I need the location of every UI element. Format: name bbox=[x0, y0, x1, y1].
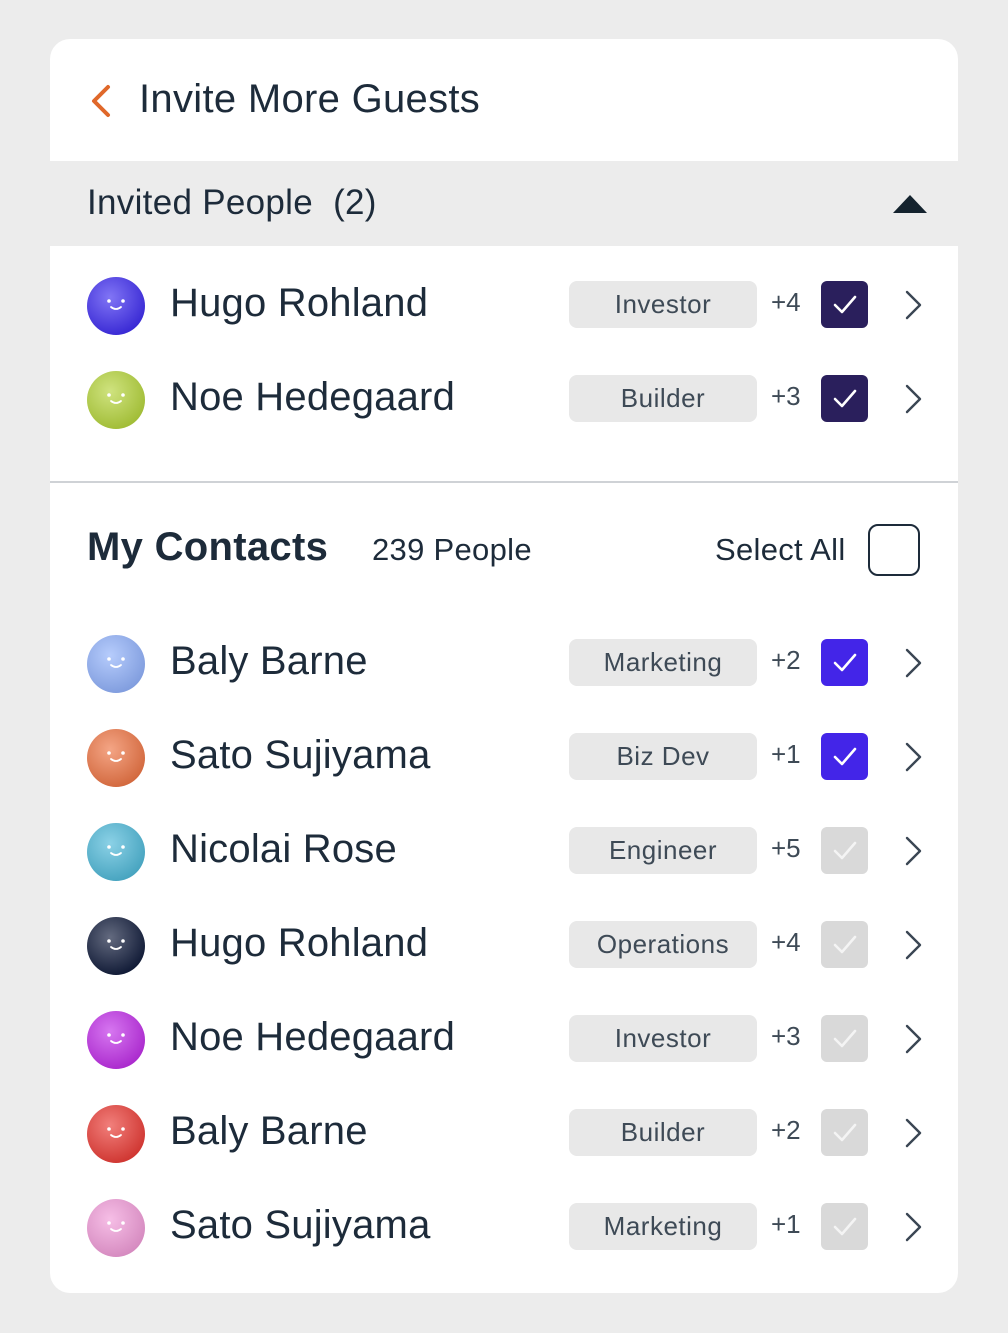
select-all-label: Select All bbox=[715, 532, 846, 567]
select-checkbox[interactable] bbox=[821, 733, 868, 780]
chevron-right-icon[interactable] bbox=[902, 383, 924, 415]
avatar bbox=[87, 277, 145, 335]
header: Invite More Guests bbox=[50, 39, 958, 161]
contacts-title: My Contacts bbox=[87, 525, 329, 569]
person-name: Noe Hedegaard bbox=[170, 375, 456, 419]
select-checkbox[interactable] bbox=[821, 1109, 868, 1156]
checkmark-icon bbox=[833, 653, 857, 672]
chevron-right-icon[interactable] bbox=[902, 835, 924, 867]
person-name: Noe Hedegaard bbox=[170, 1015, 456, 1059]
extra-count: +3 bbox=[771, 1021, 801, 1051]
person-name: Sato Sujiyama bbox=[170, 733, 431, 777]
extra-count: +1 bbox=[771, 1209, 801, 1239]
role-tag: Builder bbox=[569, 1109, 757, 1156]
checkmark-icon bbox=[833, 389, 857, 408]
extra-count: +5 bbox=[771, 833, 801, 863]
checkmark-icon bbox=[833, 1029, 857, 1048]
chevron-left-icon[interactable] bbox=[88, 83, 114, 119]
contacts-row[interactable]: Baly Barne Builder +2 bbox=[50, 1099, 958, 1169]
contacts-row[interactable]: Hugo Rohland Operations +4 bbox=[50, 911, 958, 981]
app-frame: Invite More Guests Invited People (2) Hu… bbox=[0, 0, 1008, 1333]
extra-count: +2 bbox=[771, 645, 801, 675]
invited-row[interactable]: Noe Hedegaard Builder +3 bbox=[50, 365, 958, 435]
select-checkbox[interactable] bbox=[821, 375, 868, 422]
avatar bbox=[87, 917, 145, 975]
section-divider bbox=[50, 481, 958, 483]
chevron-right-icon[interactable] bbox=[902, 647, 924, 679]
invited-section-title: Invited People (2) bbox=[87, 183, 377, 222]
person-name: Baly Barne bbox=[170, 1109, 368, 1153]
select-all-checkbox[interactable] bbox=[868, 524, 920, 576]
role-tag: Builder bbox=[569, 375, 757, 422]
avatar bbox=[87, 1011, 145, 1069]
role-tag: Engineer bbox=[569, 827, 757, 874]
role-tag: Investor bbox=[569, 1015, 757, 1062]
person-name: Sato Sujiyama bbox=[170, 1203, 431, 1247]
extra-count: +3 bbox=[771, 381, 801, 411]
checkmark-icon bbox=[833, 1217, 857, 1236]
chevron-right-icon[interactable] bbox=[902, 929, 924, 961]
person-name: Nicolai Rose bbox=[170, 827, 397, 871]
contacts-row[interactable]: Noe Hedegaard Investor +3 bbox=[50, 1005, 958, 1075]
chevron-right-icon[interactable] bbox=[902, 1117, 924, 1149]
page-title: Invite More Guests bbox=[139, 77, 481, 121]
extra-count: +4 bbox=[771, 287, 801, 317]
avatar bbox=[87, 1105, 145, 1163]
extra-count: +1 bbox=[771, 739, 801, 769]
role-tag: Operations bbox=[569, 921, 757, 968]
avatar bbox=[87, 823, 145, 881]
extra-count: +2 bbox=[771, 1115, 801, 1145]
role-tag: Marketing bbox=[569, 1203, 757, 1250]
select-checkbox[interactable] bbox=[821, 639, 868, 686]
triangle-up-icon[interactable] bbox=[892, 194, 928, 214]
contacts-row[interactable]: Nicolai Rose Engineer +5 bbox=[50, 817, 958, 887]
avatar bbox=[87, 729, 145, 787]
invited-section-header[interactable]: Invited People (2) bbox=[50, 161, 958, 246]
contacts-row[interactable]: Baly Barne Marketing +2 bbox=[50, 629, 958, 699]
role-tag: Biz Dev bbox=[569, 733, 757, 780]
checkmark-icon bbox=[833, 1123, 857, 1142]
checkmark-icon bbox=[833, 747, 857, 766]
select-checkbox[interactable] bbox=[821, 281, 868, 328]
person-name: Hugo Rohland bbox=[170, 281, 429, 325]
select-checkbox[interactable] bbox=[821, 921, 868, 968]
select-checkbox[interactable] bbox=[821, 827, 868, 874]
role-tag: Investor bbox=[569, 281, 757, 328]
chevron-right-icon[interactable] bbox=[902, 741, 924, 773]
avatar bbox=[87, 635, 145, 693]
chevron-right-icon[interactable] bbox=[902, 1211, 924, 1243]
contacts-row[interactable]: Sato Sujiyama Biz Dev +1 bbox=[50, 723, 958, 793]
person-name: Baly Barne bbox=[170, 639, 368, 683]
select-checkbox[interactable] bbox=[821, 1203, 868, 1250]
checkmark-icon bbox=[833, 935, 857, 954]
checkmark-icon bbox=[833, 841, 857, 860]
chevron-right-icon[interactable] bbox=[902, 289, 924, 321]
invited-row[interactable]: Hugo Rohland Investor +4 bbox=[50, 271, 958, 341]
chevron-right-icon[interactable] bbox=[902, 1023, 924, 1055]
select-checkbox[interactable] bbox=[821, 1015, 868, 1062]
person-name: Hugo Rohland bbox=[170, 921, 429, 965]
checkmark-icon bbox=[833, 295, 857, 314]
contacts-count: 239 People bbox=[372, 532, 532, 567]
role-tag: Marketing bbox=[569, 639, 757, 686]
contacts-row[interactable]: Sato Sujiyama Marketing +1 bbox=[50, 1193, 958, 1263]
avatar bbox=[87, 371, 145, 429]
invite-card: Invite More Guests Invited People (2) Hu… bbox=[50, 39, 958, 1293]
avatar bbox=[87, 1199, 145, 1257]
extra-count: +4 bbox=[771, 927, 801, 957]
